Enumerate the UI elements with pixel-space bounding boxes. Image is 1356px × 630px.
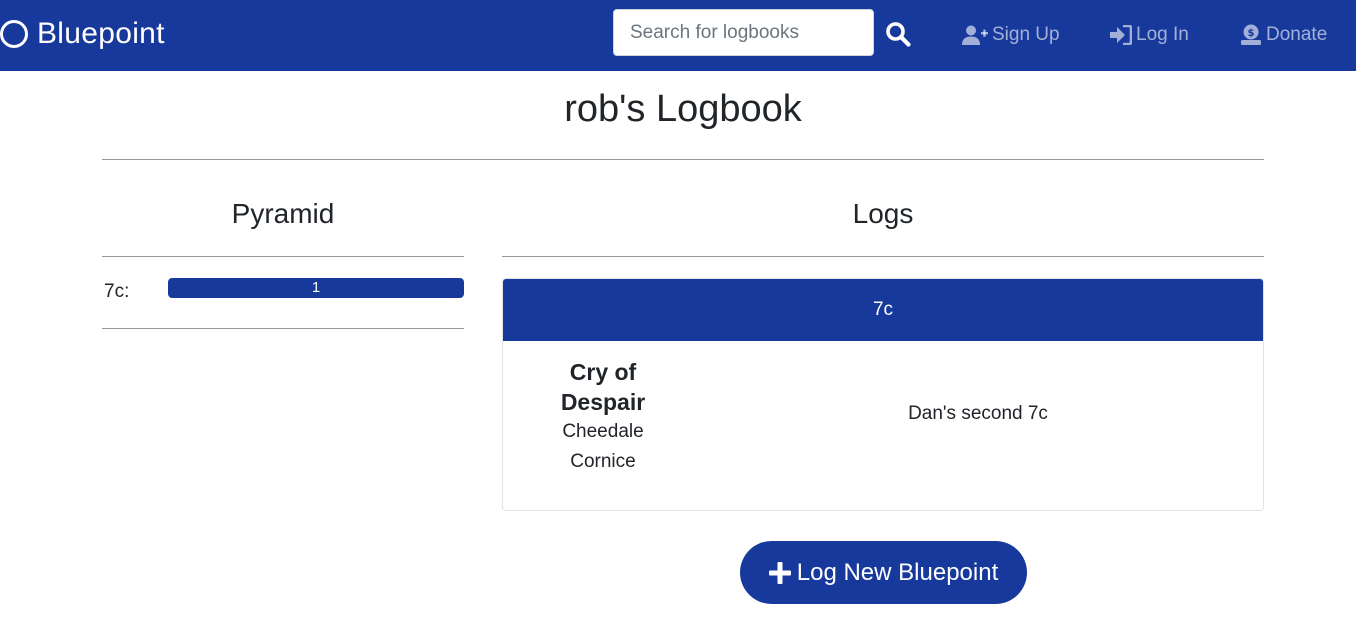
log-group-card: 7c Cry of Despair Cheedale Cornice Dan's…: [502, 278, 1264, 511]
nav-sign-up-link[interactable]: Sign Up: [962, 20, 1060, 50]
svg-text:$: $: [1248, 28, 1255, 39]
navbar: Bluepoint Sign Up Log In $ Donate: [0, 0, 1356, 71]
nav-donate-link[interactable]: $ Donate: [1240, 20, 1327, 50]
brand-link[interactable]: Bluepoint: [0, 14, 165, 54]
log-new-bluepoint-label: Log New Bluepoint: [796, 558, 999, 586]
log-comment: Dan's second 7c: [908, 403, 1048, 424]
log-new-bluepoint-button[interactable]: Log New Bluepoint: [740, 541, 1027, 604]
search-icon: [886, 22, 911, 47]
user-plus-icon: [962, 25, 988, 45]
bluepoint-logo-icon: [0, 20, 28, 48]
climb-name[interactable]: Cry of Despair: [543, 357, 663, 417]
pyramid-progress-fill: 1: [168, 278, 464, 298]
pyramid-divider: [102, 256, 464, 257]
search-button[interactable]: [880, 14, 916, 54]
nav-donate-label: Donate: [1266, 24, 1328, 45]
pyramid-progress-bar: 1: [168, 278, 464, 298]
nav-log-in-link[interactable]: Log In: [1110, 20, 1189, 50]
pyramid-heading: Pyramid: [231, 198, 335, 229]
pyramid-grade-label: 7c:: [104, 281, 130, 302]
plus-icon: [768, 561, 791, 584]
pyramid-bottom-divider: [102, 328, 464, 329]
sign-in-icon: [1110, 25, 1132, 45]
page-title: rob's Logbook: [564, 88, 802, 130]
nav-log-in-label: Log In: [1136, 24, 1189, 45]
logs-divider: [502, 256, 1264, 257]
climb-area: Cheedale Cornice: [562, 421, 644, 472]
nav-sign-up-label: Sign Up: [992, 24, 1060, 45]
brand-name: Bluepoint: [37, 17, 165, 50]
donate-icon: $: [1241, 24, 1261, 45]
logs-heading: Logs: [852, 198, 914, 229]
log-group-grade-header: 7c: [503, 279, 1263, 341]
search-input[interactable]: [613, 9, 874, 56]
title-divider: [102, 159, 1264, 160]
